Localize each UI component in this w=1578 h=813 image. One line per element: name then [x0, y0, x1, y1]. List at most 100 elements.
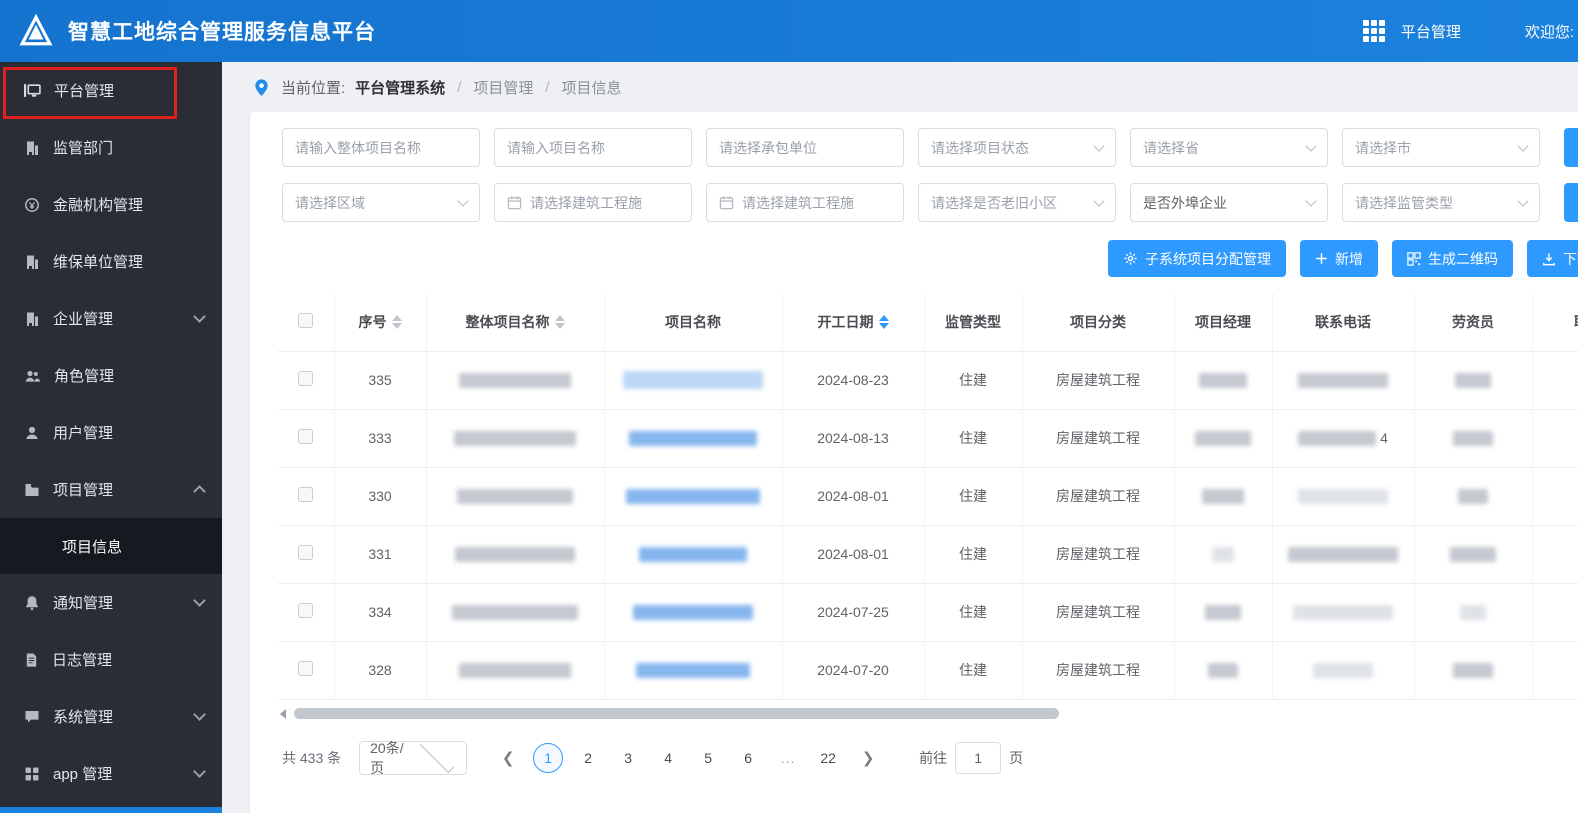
subsystem-assign-button[interactable]: 子系统项目分配管理: [1108, 240, 1286, 277]
city-select[interactable]: 请选择市: [1342, 128, 1540, 167]
building-icon: [27, 141, 38, 155]
chevron-down-icon: [193, 310, 206, 323]
prev-page-button[interactable]: ❮: [493, 743, 523, 773]
table-row[interactable]: 331 2024-08-01 住建 房屋建筑工程: [278, 525, 1578, 584]
external-enterprise-select[interactable]: 是否外埠企业: [1130, 183, 1328, 222]
add-button[interactable]: 新增: [1300, 240, 1378, 277]
start-date-picker[interactable]: 请选择建筑工程施: [494, 183, 692, 222]
cell-project-name[interactable]: [604, 409, 783, 468]
cell-project-name[interactable]: [604, 351, 783, 410]
table-header-row: 序号 整体项目名称 项目名称 开工日期 监管类型 项目分类 项目经理 联系电话 …: [278, 293, 1578, 352]
sidebar-item-logs[interactable]: 日志管理: [0, 631, 222, 688]
apps-grid-icon[interactable]: [1362, 20, 1385, 42]
next-page-button[interactable]: ❯: [853, 743, 883, 773]
sidebar-item-users[interactable]: 用户管理: [0, 404, 222, 461]
cell-start-date: 2024-07-25: [782, 583, 925, 642]
col-overall-name[interactable]: 整体项目名称: [426, 293, 605, 352]
scrollbar-thumb[interactable]: [294, 707, 1059, 719]
row-checkbox[interactable]: [298, 487, 314, 502]
cell-start-date: 2024-07-20: [782, 641, 925, 700]
project-name-input[interactable]: [494, 128, 692, 167]
sidebar-subitem-project-info[interactable]: 项目信息: [0, 518, 222, 574]
projects-table-wrap: 序号 整体项目名称 项目名称 开工日期 监管类型 项目分类 项目经理 联系电话 …: [278, 293, 1578, 700]
sidebar-item-platform[interactable]: 平台管理: [0, 62, 222, 119]
select-placeholder: 是否外埠企业: [1143, 194, 1227, 211]
horizontal-scrollbar[interactable]: [280, 707, 1554, 719]
search-button[interactable]: [1564, 128, 1578, 167]
sidebar-item-finance-org[interactable]: 金融机构管理: [0, 176, 222, 233]
table-row[interactable]: 330 2024-08-01 住建 房屋建筑工程: [278, 467, 1578, 526]
row-checkbox[interactable]: [298, 429, 314, 444]
sort-icon[interactable]: [391, 314, 402, 329]
row-checkbox[interactable]: [298, 545, 314, 560]
page-number[interactable]: 4: [653, 743, 683, 773]
contractor-field[interactable]: [719, 139, 891, 156]
last-page-number[interactable]: 22: [813, 743, 843, 773]
sidebar-item-supervision-dept[interactable]: 监管部门: [0, 119, 222, 176]
cell-category: 房屋建筑工程: [1022, 583, 1175, 642]
project-status-select[interactable]: 请选择项目状态: [918, 128, 1116, 167]
table-row[interactable]: 334 2024-07-25 住建 房屋建筑工程: [278, 583, 1578, 642]
province-select[interactable]: 请选择省: [1130, 128, 1328, 167]
download-button[interactable]: 下载: [1527, 240, 1578, 277]
old-area-select[interactable]: 请选择是否老旧小区: [918, 183, 1116, 222]
table-row[interactable]: 333 2024-08-13 住建 房屋建筑工程 4: [278, 409, 1578, 468]
chat-bubble-icon: [25, 710, 39, 723]
region-select[interactable]: 请选择区域: [282, 183, 480, 222]
table-row[interactable]: 335 2024-08-23 住建 房屋建筑工程: [278, 351, 1578, 410]
sidebar-item-label: 日志管理: [52, 652, 113, 669]
table-row[interactable]: 328 2024-07-20 住建 房屋建筑工程: [278, 641, 1578, 700]
regulation-type-select[interactable]: 请选择监管类型: [1342, 183, 1540, 222]
header-platform-nav[interactable]: 平台管理: [1401, 21, 1461, 42]
cell-project-name[interactable]: [604, 525, 783, 584]
generate-qrcode-button[interactable]: 生成二维码: [1392, 240, 1513, 277]
cell-labor-officer: [1414, 409, 1533, 468]
page-number[interactable]: 2: [573, 743, 603, 773]
contractor-input[interactable]: [706, 128, 904, 167]
sidebar-item-enterprise[interactable]: 企业管理: [0, 290, 222, 347]
col-seq[interactable]: 序号: [334, 293, 427, 352]
sidebar-item-roles[interactable]: 角色管理: [0, 347, 222, 404]
overall-project-name-input[interactable]: [282, 128, 480, 167]
sidebar-item-projects[interactable]: 项目管理: [0, 461, 222, 518]
app-grid-icon: [25, 767, 39, 780]
page-number[interactable]: 5: [693, 743, 723, 773]
cell-overall-name: [426, 467, 605, 526]
page-number[interactable]: 3: [613, 743, 643, 773]
row-checkbox[interactable]: [298, 603, 314, 618]
sidebar-item-notifications[interactable]: 通知管理: [0, 574, 222, 631]
sort-icon-active[interactable]: [878, 314, 889, 329]
col-start-date[interactable]: 开工日期: [782, 293, 925, 352]
cell-project-name[interactable]: [604, 583, 783, 642]
row-checkbox[interactable]: [298, 661, 314, 676]
cell-overall-name: [426, 641, 605, 700]
overall-project-name-field[interactable]: [295, 139, 467, 156]
breadcrumb-section[interactable]: 项目管理: [473, 77, 533, 98]
scroll-left-icon: [280, 708, 286, 719]
cell-project-name[interactable]: [604, 467, 783, 526]
select-all-checkbox[interactable]: [298, 312, 314, 328]
goto-page-input[interactable]: [955, 741, 1002, 774]
page-number[interactable]: 6: [733, 743, 763, 773]
bell-icon: [26, 595, 38, 610]
cell-start-date: 2024-08-01: [782, 525, 925, 584]
page-size-select[interactable]: 20条/页: [359, 738, 468, 776]
sidebar-item-label: 系统管理: [53, 709, 114, 726]
row-checkbox[interactable]: [298, 371, 314, 386]
end-date-picker[interactable]: 请选择建筑工程施: [706, 183, 904, 222]
breadcrumb-root[interactable]: 平台管理系统: [355, 77, 445, 98]
cell-project-name[interactable]: [604, 641, 783, 700]
reset-button[interactable]: [1564, 183, 1578, 222]
cell-labor-officer: [1414, 583, 1533, 642]
sort-icon[interactable]: [554, 314, 565, 329]
sidebar-item-system[interactable]: 系统管理: [0, 688, 222, 745]
cell-regulation-type: 住建: [924, 467, 1023, 526]
page-number[interactable]: 1: [533, 742, 564, 773]
cell-manager: [1174, 351, 1273, 410]
cell-regulation-type: 住建: [924, 641, 1023, 700]
project-name-field[interactable]: [507, 139, 679, 156]
sidebar-item-maintenance-unit[interactable]: 维保单位管理: [0, 233, 222, 290]
pages-ellipsis[interactable]: ...: [773, 743, 803, 773]
sidebar-item-app[interactable]: app 管理: [0, 745, 222, 802]
sidebar-bottom-strip: [0, 807, 222, 813]
